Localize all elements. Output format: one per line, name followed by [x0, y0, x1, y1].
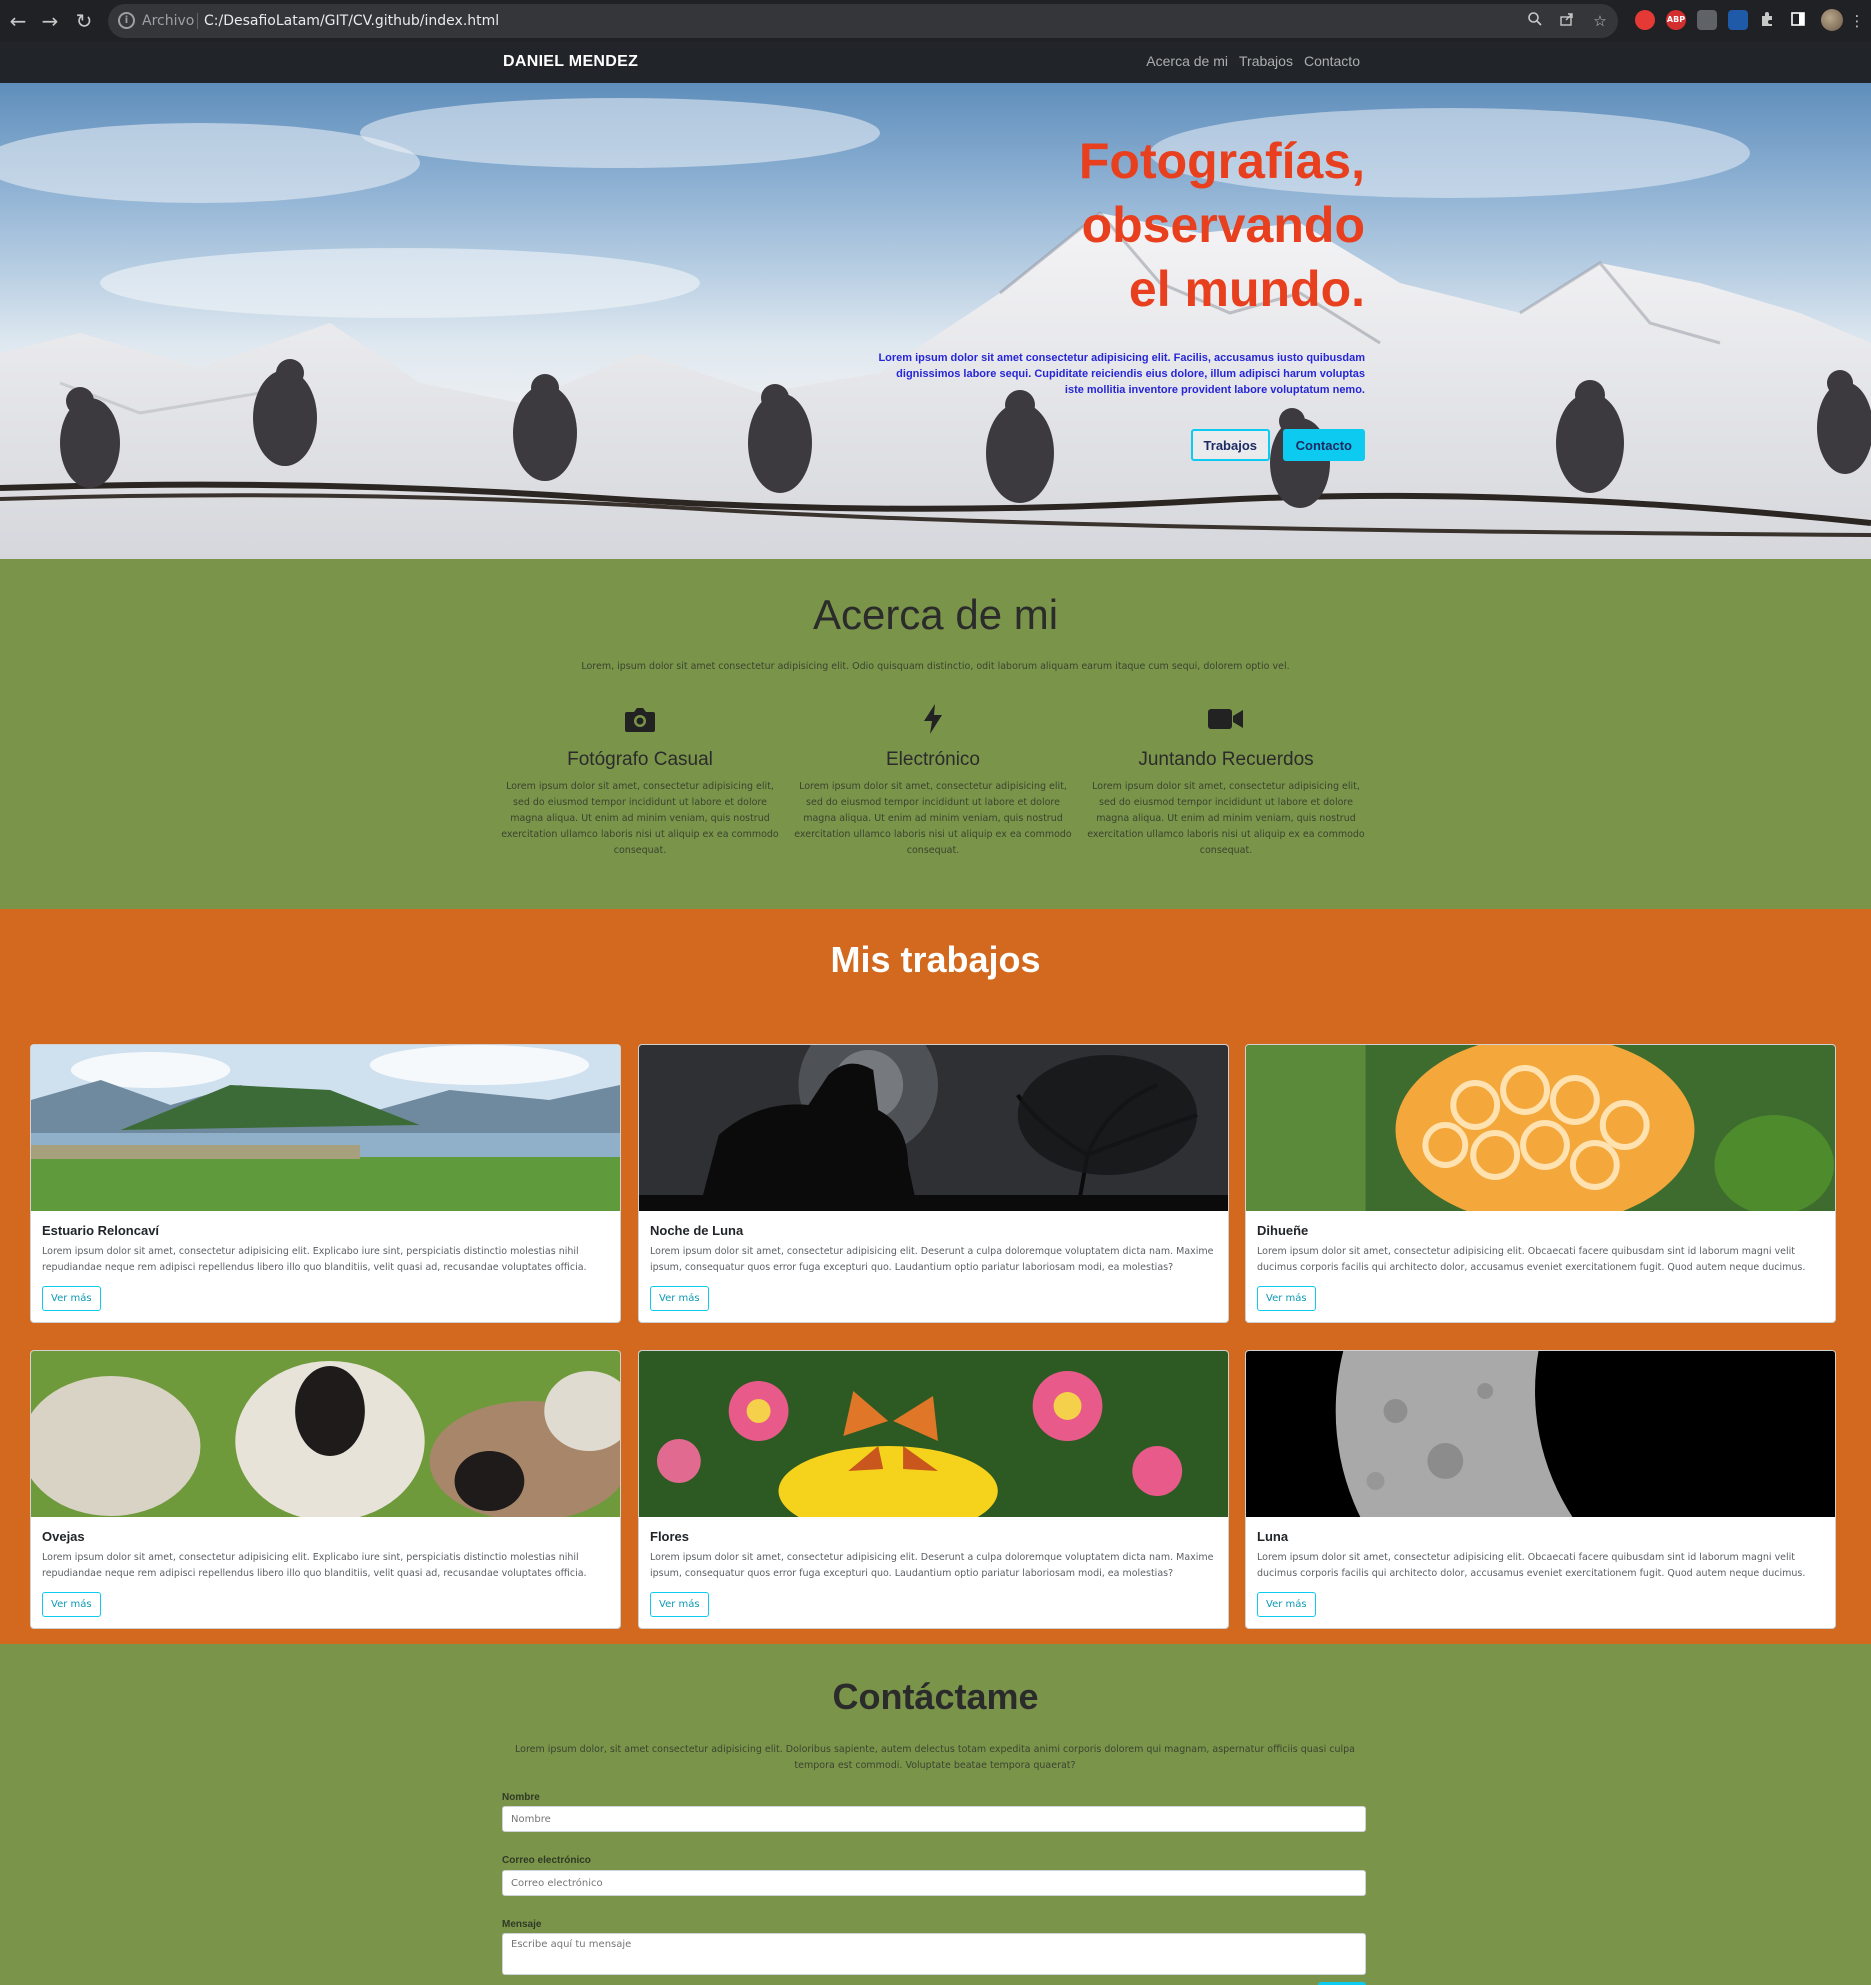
side-panel-icon[interactable]	[1788, 11, 1808, 31]
work-card-text: Lorem ipsum dolor sit amet, consectetur …	[42, 1552, 587, 1579]
message-textarea[interactable]	[502, 1933, 1366, 1975]
work-card-title: Dihueñe	[1257, 1223, 1309, 1238]
adblock-icon[interactable]: ABP	[1666, 10, 1686, 30]
feature-title: Fotógrafo Casual	[567, 749, 713, 770]
info-icon[interactable]: i	[118, 12, 135, 29]
nav-link-works[interactable]: Trabajos	[1239, 53, 1293, 69]
feature-memories: Juntando Recuerdos Lorem ipsum dolor sit…	[1086, 699, 1366, 859]
work-card-title: Noche de Luna	[650, 1223, 744, 1238]
see-more-button[interactable]: Ver más	[650, 1286, 709, 1311]
feature-electronic: Electrónico Lorem ipsum dolor sit amet, …	[793, 699, 1073, 859]
works-section: Mis trabajos Estuario Reloncaví Lorem ip…	[0, 909, 1871, 1644]
navbar-brand[interactable]: DANIEL MENDEZ	[503, 53, 638, 71]
work-card: Dihueñe Lorem ipsum dolor sit amet, cons…	[1245, 1044, 1836, 1323]
zoom-icon[interactable]	[1525, 11, 1545, 31]
address-url[interactable]: C:/DesafioLatam/GIT/CV.github/index.html	[204, 11, 499, 31]
nav-links: Acerca de mi Trabajos Contacto	[1146, 53, 1360, 69]
hero-contact-button[interactable]: Contacto	[1282, 429, 1365, 461]
work-card: Estuario Reloncaví Lorem ipsum dolor sit…	[30, 1044, 621, 1323]
moon-image	[1246, 1351, 1835, 1517]
contact-section: Contáctame Lorem ipsum dolor, sit amet c…	[0, 1644, 1871, 1985]
work-card-title: Luna	[1257, 1529, 1289, 1544]
profile-avatar[interactable]	[1821, 9, 1843, 31]
work-card-text: Lorem ipsum dolor sit amet, consectetur …	[1257, 1246, 1806, 1273]
address-bar[interactable]: i Archivo C:/DesafioLatam/GIT/CV.github/…	[108, 4, 1618, 38]
red-extension-icon[interactable]	[1635, 10, 1655, 30]
see-more-button[interactable]: Ver más	[1257, 1286, 1316, 1311]
camera-icon	[500, 699, 780, 739]
share-icon[interactable]	[1557, 11, 1577, 31]
work-card-title: Flores	[650, 1529, 690, 1544]
window-extension-icon[interactable]	[1697, 10, 1717, 30]
flowers-butterfly-image	[639, 1351, 1228, 1517]
work-card: Luna Lorem ipsum dolor sit amet, consect…	[1245, 1350, 1836, 1629]
sheep-image	[31, 1351, 620, 1517]
see-more-button[interactable]: Ver más	[42, 1286, 101, 1311]
work-card: Noche de Luna Lorem ipsum dolor sit amet…	[638, 1044, 1229, 1323]
back-icon[interactable]: ←	[6, 9, 30, 33]
work-card-text: Lorem ipsum dolor sit amet, consectetur …	[650, 1552, 1214, 1579]
reload-icon[interactable]: ↻	[72, 9, 96, 33]
see-more-button[interactable]: Ver más	[42, 1592, 101, 1617]
feature-title: Electrónico	[886, 749, 980, 770]
name-input[interactable]	[502, 1806, 1366, 1832]
feature-title: Juntando Recuerdos	[1138, 749, 1314, 770]
hero-title: Fotografías, observando el mundo.	[1078, 133, 1365, 317]
about-intro: Lorem, ipsum dolor sit amet consectetur …	[581, 661, 1290, 672]
lake-mountains-image	[31, 1045, 620, 1211]
bookmark-star-icon[interactable]: ☆	[1590, 11, 1610, 31]
feature-casual-photographer: Fotógrafo Casual Lorem ipsum dolor sit a…	[500, 699, 780, 859]
feature-text: Lorem ipsum dolor sit amet, consectetur …	[794, 781, 1072, 856]
menu-kebab-icon[interactable]: ⋮	[1847, 11, 1867, 31]
lightning-icon	[793, 699, 1073, 739]
work-card: Ovejas Lorem ipsum dolor sit amet, conse…	[30, 1350, 621, 1629]
nav-link-about[interactable]: Acerca de mi	[1146, 53, 1228, 69]
address-scheme: Archivo	[142, 13, 195, 29]
forward-icon[interactable]: →	[38, 9, 62, 33]
work-card-title: Ovejas	[42, 1529, 85, 1544]
work-card-title: Estuario Reloncaví	[42, 1223, 160, 1238]
night-silhouette-image	[639, 1045, 1228, 1211]
work-card-text: Lorem ipsum dolor sit amet, consectetur …	[650, 1246, 1214, 1273]
hero-text: Lorem ipsum dolor sit amet consectetur a…	[878, 352, 1365, 396]
feature-text: Lorem ipsum dolor sit amet, consectetur …	[501, 781, 779, 856]
hero-works-button[interactable]: Trabajos	[1190, 429, 1270, 461]
address-separator	[197, 13, 198, 29]
works-title: Mis trabajos	[830, 939, 1041, 980]
extensions-puzzle-icon[interactable]	[1757, 11, 1777, 31]
blue-extension-icon[interactable]	[1728, 10, 1748, 30]
contact-intro: Lorem ipsum dolor, sit amet consectetur …	[515, 1744, 1355, 1771]
mushroom-image	[1246, 1045, 1835, 1211]
video-camera-icon	[1086, 699, 1366, 739]
name-label: Nombre	[502, 1792, 540, 1803]
about-section: Acerca de mi Lorem, ipsum dolor sit amet…	[0, 559, 1871, 909]
about-title: Acerca de mi	[812, 591, 1059, 638]
browser-toolbar: ← → ↻ i Archivo C:/DesafioLatam/GIT/CV.g…	[0, 0, 1871, 42]
feature-text: Lorem ipsum dolor sit amet, consectetur …	[1087, 781, 1365, 856]
see-more-button[interactable]: Ver más	[1257, 1592, 1316, 1617]
contact-title: Contáctame	[832, 1676, 1039, 1717]
email-input[interactable]	[502, 1870, 1366, 1896]
message-label: Mensaje	[502, 1919, 542, 1930]
email-label: Correo electrónico	[502, 1855, 591, 1866]
work-card-text: Lorem ipsum dolor sit amet, consectetur …	[1257, 1552, 1806, 1579]
hero-section: Fotografías, observando el mundo. Lorem …	[0, 83, 1871, 559]
nav-link-contact[interactable]: Contacto	[1304, 53, 1360, 69]
work-card-text: Lorem ipsum dolor sit amet, consectetur …	[42, 1246, 587, 1273]
web-page: DANIEL MENDEZ Acerca de mi Trabajos Cont…	[0, 42, 1871, 1985]
work-card: Flores Lorem ipsum dolor sit amet, conse…	[638, 1350, 1229, 1629]
see-more-button[interactable]: Ver más	[650, 1592, 709, 1617]
navbar: DANIEL MENDEZ Acerca de mi Trabajos Cont…	[0, 42, 1871, 83]
